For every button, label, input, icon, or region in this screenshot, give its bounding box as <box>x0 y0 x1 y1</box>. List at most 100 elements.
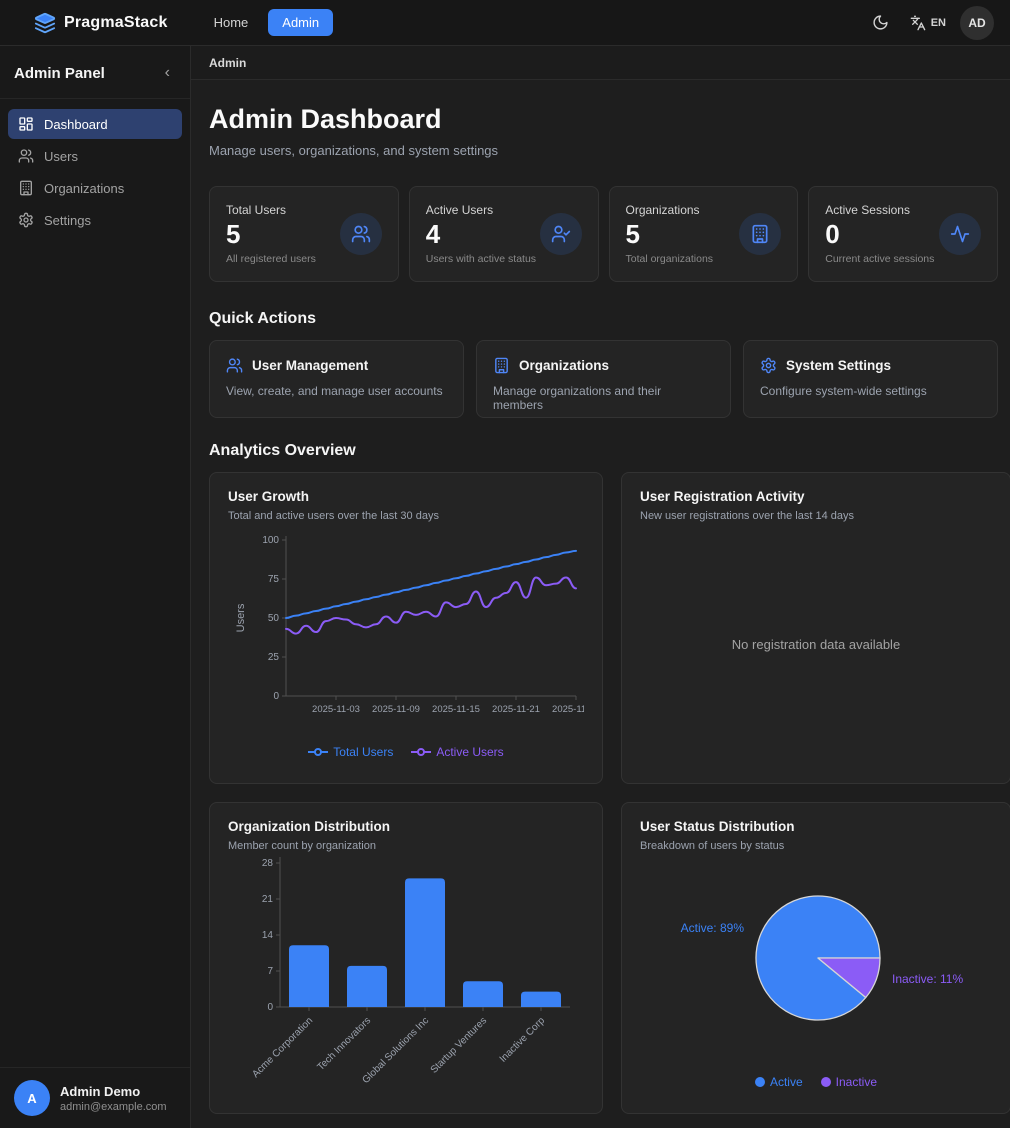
user-status-chart: Active: 89%Inactive: 11% <box>640 852 992 1071</box>
stat-label: Active Sessions <box>825 203 934 217</box>
quick-action-organizations[interactable]: Organizations Manage organizations and t… <box>476 340 731 418</box>
user-menu-avatar[interactable]: AD <box>960 6 994 40</box>
svg-text:0: 0 <box>273 691 279 702</box>
bar-startup-ventures <box>463 981 503 1007</box>
collapse-sidebar-button[interactable]: ‹ <box>159 64 176 82</box>
line-chart-svg: 0255075100Users2025-11-032025-11-092025-… <box>228 530 584 734</box>
svg-text:Tech Innovators: Tech Innovators <box>315 1015 373 1073</box>
analytics-heading: Analytics Overview <box>209 442 998 460</box>
user-status-legend: Active Inactive <box>640 1071 992 1097</box>
chart-title: Organization Distribution <box>228 819 584 834</box>
chart-subtitle: New user registrations over the last 14 … <box>640 510 992 522</box>
nav-link-home[interactable]: Home <box>204 9 259 36</box>
sidebar-item-dashboard[interactable]: Dashboard <box>8 109 182 139</box>
user-registration-card: User Registration Activity New user regi… <box>621 472 1010 784</box>
chart-title: User Growth <box>228 489 584 504</box>
quick-action-system-settings[interactable]: System Settings Configure system-wide se… <box>743 340 998 418</box>
building-icon <box>739 213 781 255</box>
stat-value: 4 <box>426 220 536 249</box>
building-icon <box>18 180 34 196</box>
quick-action-description: Manage organizations and their members <box>493 384 714 412</box>
stat-label: Total Users <box>226 203 316 217</box>
stat-description: Users with active status <box>426 253 536 265</box>
stat-description: Current active sessions <box>825 253 934 265</box>
sidebar-nav: Dashboard Users Organizations Settings <box>0 99 190 245</box>
gear-icon <box>18 212 34 228</box>
svg-text:Inactive Corp: Inactive Corp <box>498 1015 548 1065</box>
legend-item-active[interactable]: Active <box>755 1075 803 1089</box>
svg-text:Global Solutions Inc: Global Solutions Inc <box>360 1015 431 1086</box>
moon-icon <box>872 14 889 31</box>
user-email: admin@example.com <box>60 1101 167 1113</box>
users-icon <box>18 148 34 164</box>
svg-text:25: 25 <box>268 652 280 663</box>
svg-text:21: 21 <box>262 894 274 905</box>
sidebar-item-organizations[interactable]: Organizations <box>8 173 182 203</box>
user-name: Admin Demo <box>60 1084 167 1099</box>
sidebar-item-label: Dashboard <box>44 117 108 132</box>
theme-toggle-button[interactable] <box>866 8 896 38</box>
sidebar-item-users[interactable]: Users <box>8 141 182 171</box>
quick-action-title: System Settings <box>786 358 891 373</box>
svg-text:0: 0 <box>267 1002 273 1013</box>
stat-card-organizations: Organizations 5 Total organizations <box>609 186 799 282</box>
user-avatar: A <box>14 1080 50 1116</box>
empty-chart-area: No registration data available <box>640 522 992 767</box>
stats-grid: Total Users 5 All registered users Activ… <box>209 186 998 282</box>
sidebar-title: Admin Panel <box>14 65 105 82</box>
language-label: EN <box>931 17 946 29</box>
svg-text:75: 75 <box>268 574 280 585</box>
sidebar-item-label: Organizations <box>44 181 124 196</box>
chart-subtitle: Total and active users over the last 30 … <box>228 510 584 522</box>
pie-chart-svg: Active: 89%Inactive: 11% <box>640 852 992 1071</box>
top-navbar: PragmaStack Home Admin EN AD <box>0 0 1010 46</box>
stat-card-total-users: Total Users 5 All registered users <box>209 186 399 282</box>
analytics-grid: User Growth Total and active users over … <box>209 472 998 1114</box>
user-growth-legend: Total Users Active Users <box>228 741 584 767</box>
svg-text:2025-11-27: 2025-11-27 <box>552 704 584 715</box>
quick-action-user-management[interactable]: User Management View, create, and manage… <box>209 340 464 418</box>
sidebar-item-label: Users <box>44 149 78 164</box>
brand[interactable]: PragmaStack <box>34 12 168 34</box>
legend-dot <box>821 1077 831 1087</box>
legend-item-inactive[interactable]: Inactive <box>821 1075 877 1089</box>
stat-value: 0 <box>825 220 934 249</box>
layers-logo-icon <box>34 12 56 34</box>
svg-text:2025-11-15: 2025-11-15 <box>432 704 480 715</box>
svg-text:2025-11-03: 2025-11-03 <box>312 704 360 715</box>
bar-tech-innovators <box>347 965 387 1006</box>
organization-distribution-card: Organization Distribution Member count b… <box>209 802 603 1114</box>
legend-item-active-users[interactable]: Active Users <box>411 745 503 759</box>
breadcrumb[interactable]: Admin <box>209 56 246 70</box>
nav-link-admin[interactable]: Admin <box>268 9 333 36</box>
admin-sidebar: Admin Panel ‹ Dashboard Users Organizati… <box>0 46 191 1128</box>
page-content: Admin Dashboard Manage users, organizati… <box>191 80 1010 1114</box>
svg-text:Startup Ventures: Startup Ventures <box>429 1015 489 1075</box>
stat-description: All registered users <box>226 253 316 265</box>
user-growth-card: User Growth Total and active users over … <box>209 472 603 784</box>
user-status-card: User Status Distribution Breakdown of us… <box>621 802 1010 1114</box>
breadcrumb-bar: Admin <box>191 46 1010 80</box>
quick-action-description: Configure system-wide settings <box>760 384 981 398</box>
svg-text:28: 28 <box>262 858 274 869</box>
users-icon <box>340 213 382 255</box>
svg-text:7: 7 <box>267 966 273 977</box>
chart-subtitle: Member count by organization <box>228 840 584 852</box>
stat-card-active-users: Active Users 4 Users with active status <box>409 186 599 282</box>
language-switcher[interactable]: EN <box>910 15 946 31</box>
svg-text:Acme Corporation: Acme Corporation <box>250 1015 315 1080</box>
brand-name: PragmaStack <box>64 14 168 32</box>
svg-text:50: 50 <box>268 613 280 624</box>
stat-value: 5 <box>226 220 316 249</box>
bar-global-solutions-inc <box>405 878 445 1007</box>
sidebar-item-settings[interactable]: Settings <box>8 205 182 235</box>
bar-chart-svg: 07142128Acme CorporationTech InnovatorsG… <box>228 852 584 1097</box>
svg-text:Active: 89%: Active: 89% <box>681 921 745 935</box>
svg-text:Users: Users <box>235 603 247 632</box>
quick-action-description: View, create, and manage user accounts <box>226 384 447 398</box>
svg-text:2025-11-09: 2025-11-09 <box>372 704 420 715</box>
sidebar-user: A Admin Demo admin@example.com <box>0 1067 190 1128</box>
main-nav: Home Admin <box>204 9 334 36</box>
legend-item-total-users[interactable]: Total Users <box>308 745 393 759</box>
main-area: Admin Admin Dashboard Manage users, orga… <box>191 46 1010 1128</box>
